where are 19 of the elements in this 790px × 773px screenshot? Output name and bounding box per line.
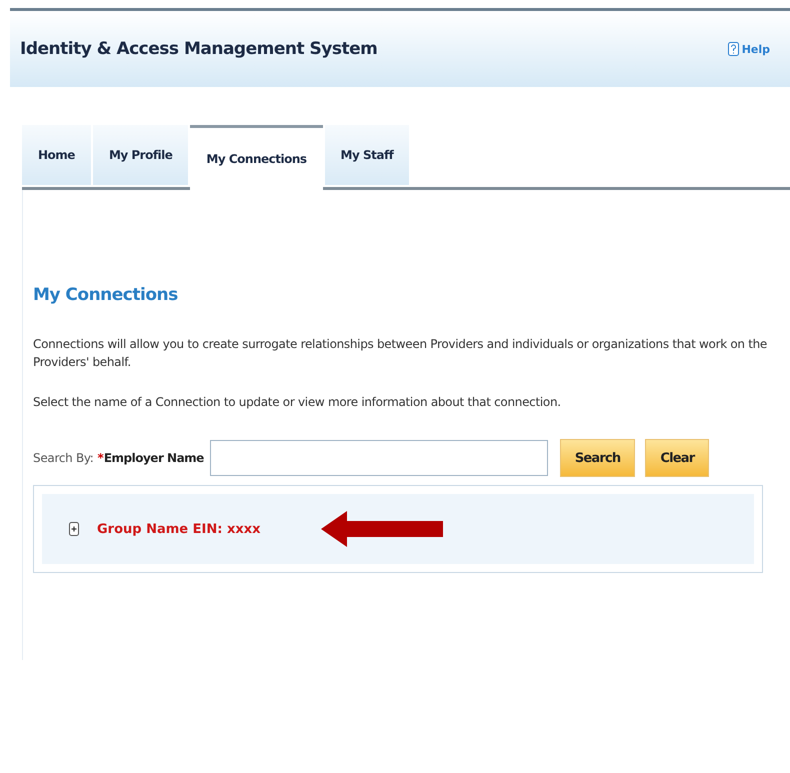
clear-button[interactable]: Clear bbox=[645, 439, 710, 477]
tab[interactable]: My Connections bbox=[190, 125, 323, 190]
tab[interactable]: Home bbox=[22, 125, 91, 185]
app-title: Identity & Access Management System bbox=[20, 39, 378, 59]
help-icon bbox=[728, 42, 739, 56]
expand-icon[interactable] bbox=[69, 522, 79, 536]
page-heading: My Connections bbox=[33, 285, 179, 305]
employer-name-field[interactable] bbox=[210, 440, 548, 476]
intro-text: Connections will allow you to create surrogate relationships between Providers and individuals or organizations that work on the Providers' behalf. bbox=[33, 336, 768, 371]
arrow-icon bbox=[320, 511, 443, 547]
tab[interactable]: My Profile bbox=[92, 125, 188, 185]
group-link[interactable]: Group Name EIN: xxxx bbox=[97, 522, 261, 536]
field-label: Employer Name bbox=[104, 451, 204, 465]
search-by-label: Search By: bbox=[33, 451, 94, 465]
required-mark: * bbox=[98, 451, 104, 465]
instruction-text: Select the name of a Connection to update or view more information about that connection. bbox=[33, 394, 562, 411]
help-link[interactable]: Help bbox=[728, 42, 770, 56]
tab[interactable]: My Staff bbox=[324, 125, 410, 185]
search-button[interactable]: Search bbox=[560, 439, 636, 477]
